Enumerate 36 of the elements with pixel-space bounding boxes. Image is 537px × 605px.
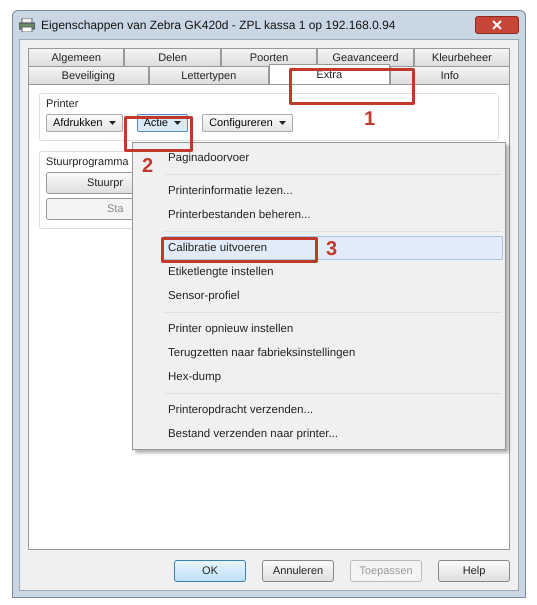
- annotation-number: 2: [142, 155, 154, 178]
- caret-icon: [108, 121, 116, 126]
- group-label: Stuurprogramma: [46, 156, 129, 168]
- annotation-number: 3: [326, 238, 338, 261]
- menu-item[interactable]: Printerbestanden beheren...: [163, 203, 503, 227]
- dropdown-button[interactable]: Afdrukken: [46, 114, 123, 132]
- annotation-number: 1: [364, 108, 376, 131]
- dropdown-button[interactable]: Configureren: [202, 114, 293, 132]
- tab[interactable]: Beveiliging: [28, 66, 148, 84]
- window-title: Eigenschappen van Zebra GK420d - ZPL kassa 1 op 192.168.0.94: [41, 18, 396, 32]
- printer-icon: [19, 18, 35, 32]
- tab[interactable]: Poorten: [220, 48, 318, 66]
- tab[interactable]: Delen: [124, 48, 221, 66]
- menu-item[interactable]: Printeropdracht verzenden...: [163, 398, 503, 422]
- dialog-button[interactable]: Help: [438, 560, 510, 582]
- dialog-button[interactable]: OK: [174, 560, 246, 582]
- close-button[interactable]: [475, 16, 519, 34]
- menu-item[interactable]: Paginadoorvoer: [163, 146, 503, 170]
- caret-icon: [174, 121, 182, 126]
- tab[interactable]: Geavanceerd: [317, 48, 414, 66]
- menu-item[interactable]: Terugzetten naar fabrieksinstellingen: [163, 341, 503, 365]
- tab[interactable]: Info: [390, 66, 510, 84]
- tab[interactable]: Kleurbeheer: [414, 48, 510, 66]
- menu-item[interactable]: Printerinformatie lezen...: [163, 179, 503, 203]
- dialog-button[interactable]: Annuleren: [262, 560, 334, 582]
- menu-item[interactable]: Hex-dump: [163, 365, 503, 389]
- menu-item[interactable]: Sensor-profiel: [163, 284, 503, 308]
- menu-item[interactable]: Printer opnieuw instellen: [163, 317, 503, 341]
- caret-icon: [278, 121, 286, 126]
- menu-item[interactable]: Etiketlengte instellen: [163, 260, 503, 284]
- tab[interactable]: Algemeen: [28, 48, 124, 66]
- close-icon: [492, 20, 502, 30]
- annotation-frame: [124, 116, 193, 152]
- menu-item[interactable]: Bestand verzenden naar printer...: [163, 422, 503, 446]
- tab[interactable]: Lettertypen: [148, 66, 269, 84]
- group-label: Printer: [46, 98, 78, 110]
